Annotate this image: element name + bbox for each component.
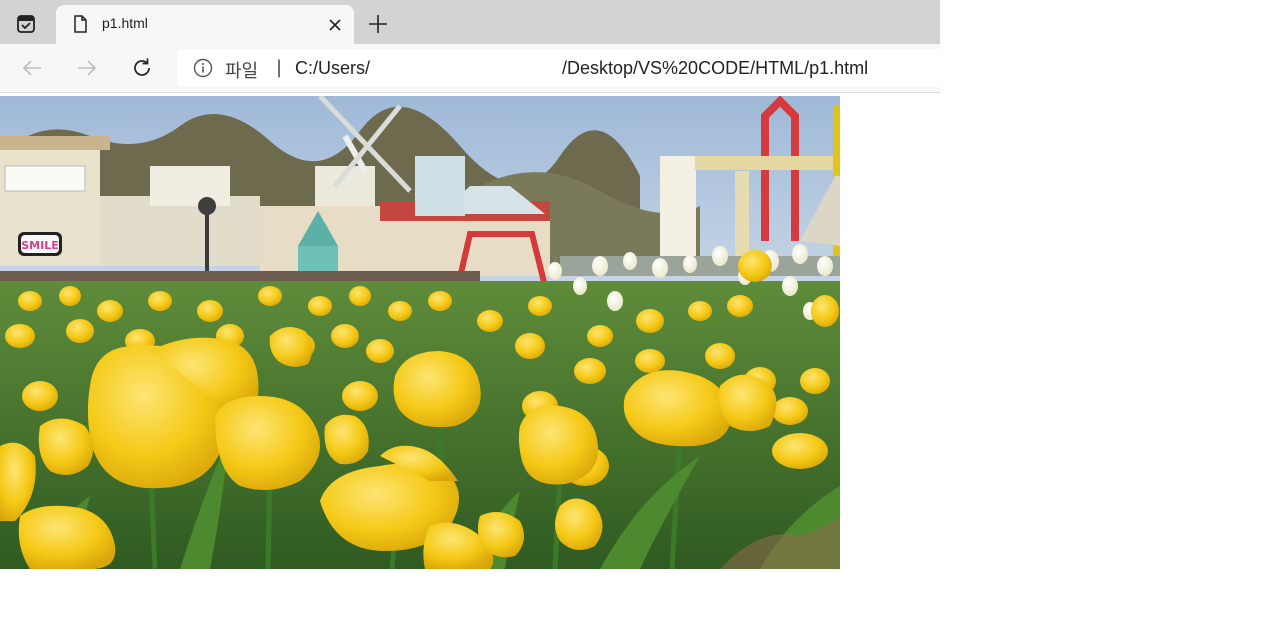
tulip-photo: SMILE — [0, 96, 840, 569]
scheme-label: 파일 — [225, 61, 259, 82]
tab-close-button[interactable] — [324, 14, 346, 36]
tab-p1[interactable]: p1.html — [56, 5, 354, 44]
address-separator: | — [276, 57, 283, 78]
tab-actions-icon — [17, 15, 35, 33]
reload-icon — [134, 58, 150, 76]
arrow-right-icon — [78, 60, 97, 76]
page-icon — [74, 15, 87, 33]
tab-strip: p1.html — [0, 0, 940, 44]
info-icon[interactable] — [193, 58, 213, 78]
smile-sign-text: SMILE — [21, 239, 59, 252]
browser-window: p1.html 파일 | C:/Users/ /Desktop/VS%20COD… — [0, 0, 940, 93]
url-start: C:/Users/ — [295, 58, 371, 78]
arrow-left-icon — [22, 60, 41, 76]
navigation-toolbar: 파일 | C:/Users/ /Desktop/VS%20CODE/HTML/p… — [0, 44, 940, 93]
back-button[interactable] — [18, 54, 46, 82]
tab-actions-button[interactable] — [8, 10, 44, 38]
tulip-image: SMILE — [0, 96, 840, 569]
close-icon — [329, 19, 341, 31]
address-bar[interactable]: 파일 | C:/Users/ /Desktop/VS%20CODE/HTML/p… — [177, 49, 940, 87]
reload-button[interactable] — [128, 54, 156, 82]
plus-icon — [369, 15, 387, 33]
new-tab-button[interactable] — [364, 10, 392, 38]
tab-title: p1.html — [102, 15, 148, 31]
forward-button[interactable] — [73, 54, 101, 82]
url-end: /Desktop/VS%20CODE/HTML/p1.html — [562, 58, 869, 78]
